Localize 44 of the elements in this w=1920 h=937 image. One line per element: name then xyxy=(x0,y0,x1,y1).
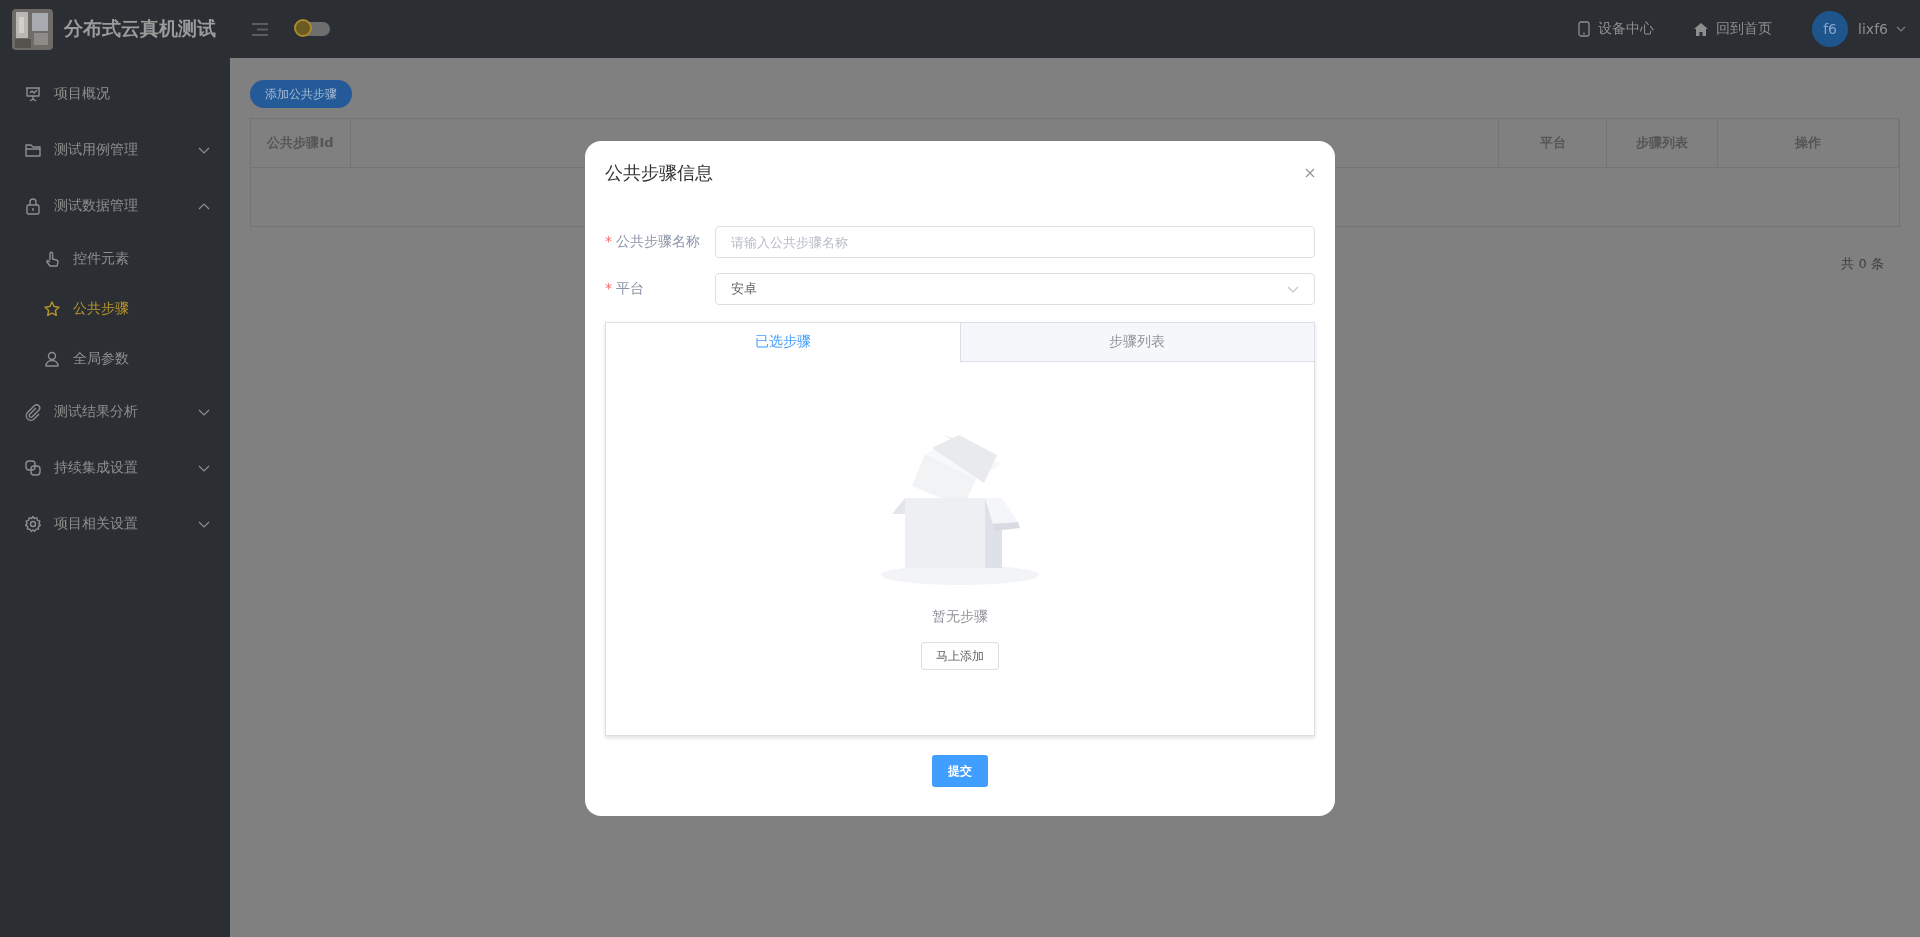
add-now-button[interactable]: 马上添加 xyxy=(921,642,999,670)
user-name[interactable]: lixf6 xyxy=(1858,21,1888,37)
sidebar-item[interactable]: 全局参数 xyxy=(0,334,230,384)
paperclip-icon xyxy=(24,403,42,421)
pointing-hand-icon xyxy=(43,250,61,268)
add-step-button[interactable]: 添加公共步骤 xyxy=(250,80,352,108)
required-mark: * xyxy=(605,233,612,249)
platform-select[interactable]: 安卓 xyxy=(715,273,1315,305)
field-label: 平台 xyxy=(616,280,644,296)
theme-toggle[interactable] xyxy=(296,22,330,36)
device-center-link[interactable]: 设备中心 xyxy=(1578,20,1655,38)
field-label: 公共步骤名称 xyxy=(616,233,700,249)
caret-icon[interactable] xyxy=(1896,26,1906,32)
tab[interactable]: 步骤列表 xyxy=(959,323,1314,362)
folder-icon xyxy=(24,141,42,159)
lock-icon xyxy=(24,197,42,215)
sidebar-item[interactable]: 测试结果分析 xyxy=(0,384,230,440)
sidebar-item[interactable]: 测试用例管理 xyxy=(0,122,230,178)
sidebar-item[interactable]: 公共步骤 xyxy=(0,284,230,334)
sidebar-item[interactable]: 项目概况 xyxy=(0,66,230,122)
phone-icon xyxy=(1578,21,1591,37)
close-icon[interactable] xyxy=(1305,168,1315,178)
chevron-down-icon xyxy=(1287,285,1299,293)
home-link[interactable]: 回到首页 xyxy=(1694,20,1773,38)
home-icon xyxy=(1694,22,1709,36)
sidebar-item[interactable]: 项目相关设置 xyxy=(0,496,230,552)
empty-message: 暂无步骤 xyxy=(932,608,988,626)
submit-button[interactable]: 提交 xyxy=(932,755,988,787)
sidebar-item[interactable]: 持续集成设置 xyxy=(0,440,230,496)
star-icon xyxy=(43,300,61,318)
menu-icon[interactable] xyxy=(252,22,268,36)
user-avatar[interactable]: f6 xyxy=(1812,11,1849,47)
tab[interactable]: 已选步骤 xyxy=(606,323,960,362)
total-count: 共 0 条 xyxy=(1841,255,1884,273)
settings-icon xyxy=(24,515,42,533)
sidebar-item[interactable]: 测试数据管理 xyxy=(0,178,230,234)
user-icon xyxy=(43,350,61,368)
sidebar-item[interactable]: 控件元素 xyxy=(0,234,230,284)
dialog-title: 公共步骤信息 xyxy=(605,161,713,185)
name-input-field[interactable]: 请输入公共步骤名称 xyxy=(715,226,1315,258)
required-mark: * xyxy=(605,280,612,296)
presentation-board-icon xyxy=(24,85,42,103)
app-title: 分布式云真机测试 xyxy=(64,16,216,41)
linked-squares-icon xyxy=(24,459,42,477)
